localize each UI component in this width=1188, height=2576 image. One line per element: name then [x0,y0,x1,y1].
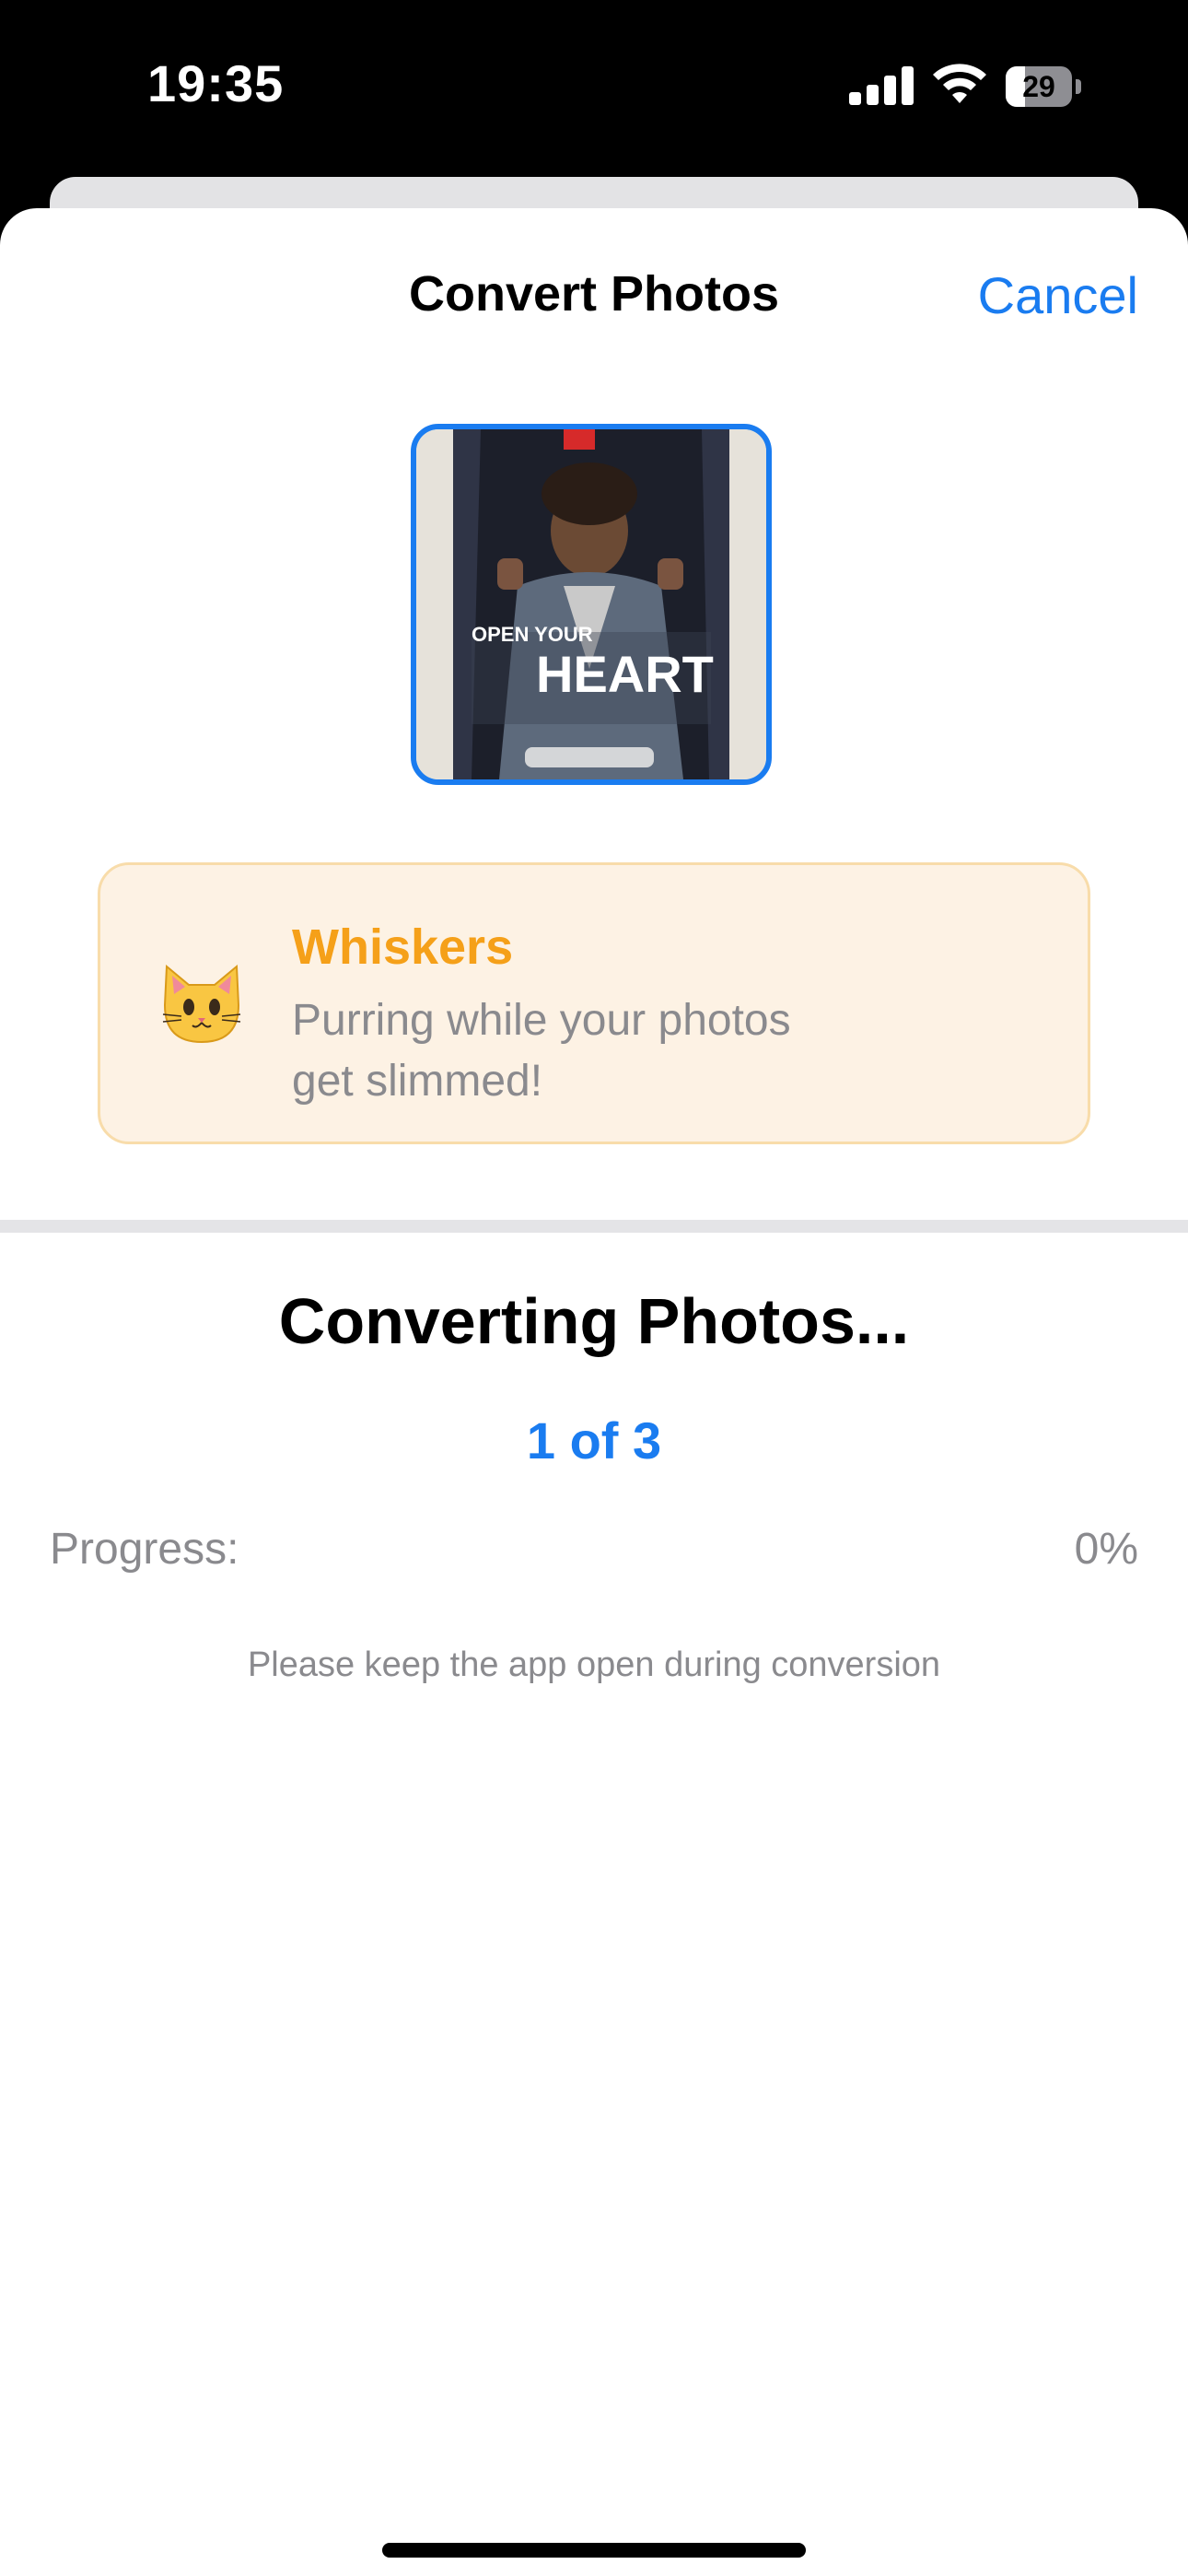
mascot-name: Whiskers [292,919,514,975]
wifi-icon [930,61,989,107]
photo-thumbnail-image: OPEN YOUR HEART [416,429,766,779]
status-bar: 19:35 29 [0,0,1188,175]
cellular-signal-icon [849,64,914,105]
mascot-card: Whiskers Purring while your photos get s… [98,862,1090,1144]
status-time: 19:35 [147,54,285,112]
converting-title: Converting Photos... [278,1285,910,1357]
cancel-button[interactable]: Cancel [978,265,1138,325]
keep-open-hint: Please keep the app open during conversi… [247,1645,941,1684]
photo-thumbnail[interactable]: OPEN YOUR HEART [411,424,772,785]
section-divider [0,1220,1188,1233]
battery-icon: 29 [1006,66,1081,107]
convert-photos-sheet: Convert Photos Cancel OPEN YOUR HEART Wh… [0,208,1188,2576]
thumbnail-caption-top: OPEN YOUR [472,623,593,646]
battery-body: 29 [1006,66,1072,107]
home-indicator [382,2543,806,2558]
mascot-message: Purring while your photos get slimmed! [292,996,791,1106]
photo-counter: 1 of 3 [526,1411,662,1469]
progress-value: 0% [1074,1525,1138,1574]
screen: 19:35 29 Convert Photos Cancel OPEN YOUR… [0,0,1188,2576]
battery-cap [1076,79,1081,94]
battery-level: 29 [1022,70,1055,103]
progress-bar [50,1599,1138,1607]
cat-face-icon [156,957,248,1049]
progress-label: Progress: [50,1525,239,1574]
thumbnail-caption-big: HEART [536,645,714,703]
